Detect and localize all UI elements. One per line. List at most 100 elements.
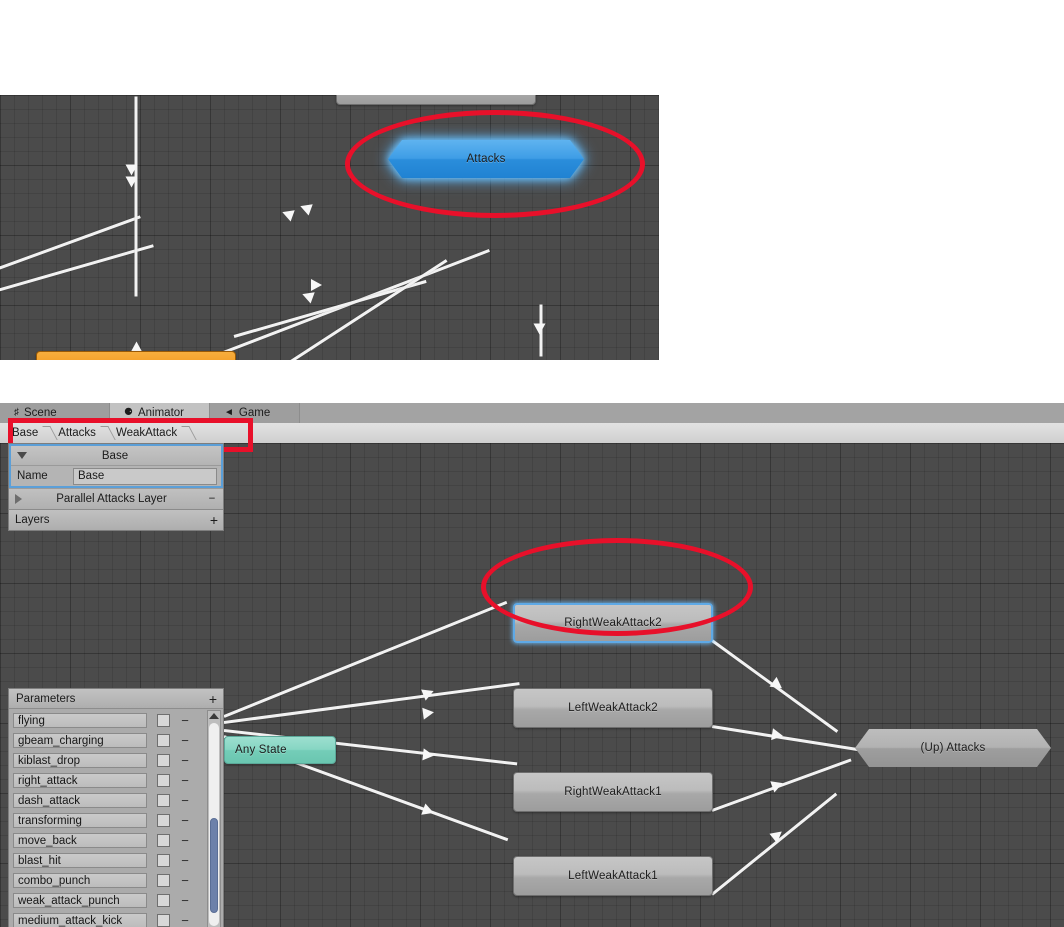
graph-node-left-weak-attack-2[interactable]: LeftWeakAttack2 [513,688,713,728]
parameters-header: Parameters + [9,689,223,709]
chevron-right-icon[interactable] [15,494,22,504]
layer-name-input[interactable]: Base [73,467,217,485]
parameter-checkbox[interactable] [157,893,170,907]
breadcrumb-item-base[interactable]: Base [0,423,44,443]
scroll-thumb[interactable] [210,818,218,913]
transition-arrow [421,685,436,701]
parameter-name-input[interactable]: combo_punch [13,872,147,888]
remove-parameter-button[interactable]: − [170,813,200,828]
parameter-checkbox[interactable] [157,853,170,867]
breadcrumb-separator-icon [102,423,116,443]
parameter-row[interactable]: kiblast_drop − [13,750,223,770]
node-label: (Up) Attacks [920,742,986,754]
chevron-down-icon[interactable] [17,452,27,459]
breadcrumb[interactable]: Base Attacks WeakAttack [0,423,1064,444]
parameter-row[interactable]: medium_attack_kick − [13,910,223,927]
layers-footer[interactable]: Layers + [9,509,223,530]
remove-parameter-button[interactable]: − [170,733,200,748]
remove-parameter-button[interactable]: − [170,773,200,788]
remove-parameter-button[interactable]: − [170,833,200,848]
layer-parallel-attacks[interactable]: Parallel Attacks Layer − [9,488,223,509]
parameter-name-input[interactable]: move_back [13,832,147,848]
parameter-name-input[interactable]: transforming [13,812,147,828]
parameter-row[interactable]: move_back − [13,830,223,850]
parameter-checkbox[interactable] [157,793,170,807]
parameter-row[interactable]: gbeam_charging − [13,730,223,750]
parameter-checkbox[interactable] [157,813,170,827]
graph-node-up-attacks[interactable]: (Up) Attacks [855,729,1051,767]
animator-graph-preview[interactable]: Idle Start throw Attacks [0,95,659,360]
scroll-track[interactable] [209,723,219,926]
transition-arrow [770,777,785,793]
parameter-name-input[interactable]: dash_attack [13,792,147,808]
add-layer-button[interactable]: + [205,512,223,528]
transition-edge[interactable] [0,244,154,294]
graph-node-partial-top[interactable] [336,95,536,105]
transition-edge[interactable] [134,96,138,297]
parameter-name-input[interactable]: weak_attack_punch [13,892,147,908]
parameters-list[interactable]: flying − gbeam_charging − kiblast_drop − right… [9,708,223,927]
layers-panel[interactable]: Base Name Base Parallel Attacks Layer − … [8,443,224,531]
parameter-checkbox[interactable] [157,913,170,927]
parameter-row[interactable]: combo_punch − [13,870,223,890]
graph-node-right-weak-attack-1[interactable]: RightWeakAttack1 [513,772,713,812]
tab-scene[interactable]: ♯ Scene [0,403,110,423]
transition-edge[interactable] [223,600,508,718]
remove-parameter-button[interactable]: − [170,853,200,868]
parameter-checkbox[interactable] [157,873,170,887]
transition-edge[interactable] [223,682,520,724]
transition-edge[interactable] [233,279,427,338]
transition-edge[interactable] [0,215,141,273]
remove-parameter-button[interactable]: − [170,753,200,768]
parameter-row[interactable]: transforming − [13,810,223,830]
parameter-row[interactable]: blast_hit − [13,850,223,870]
parameter-row[interactable]: weak_attack_punch − [13,890,223,910]
graph-node-right-weak-attack-2[interactable]: RightWeakAttack2 [513,603,713,643]
parameter-checkbox[interactable] [157,733,170,747]
parameter-row[interactable]: flying − [13,710,223,730]
transition-arrow [769,826,786,844]
remove-parameter-button[interactable]: − [170,913,200,927]
parameter-checkbox[interactable] [157,773,170,787]
node-label: LeftWeakAttack1 [568,870,658,882]
parameter-name-input[interactable]: gbeam_charging [13,732,147,748]
tab-bar[interactable]: ♯ Scene ⚈ Animator ◄ Game [0,403,1064,423]
graph-node-attacks[interactable]: Attacks [388,140,584,178]
parameter-name-input[interactable]: medium_attack_kick [13,912,147,927]
graph-node-left-weak-attack-1[interactable]: LeftWeakAttack1 [513,856,713,896]
layer-name-row[interactable]: Name Base [11,466,221,486]
parameter-name-input[interactable]: kiblast_drop [13,752,147,768]
parameter-row[interactable]: right_attack − [13,770,223,790]
breadcrumb-item-attacks[interactable]: Attacks [58,423,102,443]
tab-animator[interactable]: ⚈ Animator [110,403,210,423]
graph-node-idle[interactable]: Idle [36,351,236,360]
transition-arrow [422,748,435,762]
transition-edge[interactable] [236,259,448,360]
parameters-panel[interactable]: Parameters + flying − gbeam_charging − kibla… [8,688,224,927]
parameter-name-input[interactable]: flying [13,712,147,728]
remove-parameter-button[interactable]: − [170,873,200,888]
remove-parameter-button[interactable]: − [170,793,200,808]
scroll-up-icon[interactable] [209,713,219,719]
parameter-checkbox[interactable] [157,713,170,727]
breadcrumb-item-weakattack[interactable]: WeakAttack [116,423,183,443]
transition-arrow [280,206,295,222]
add-parameter-button[interactable]: + [203,691,223,707]
remove-parameter-button[interactable]: − [170,713,200,728]
parameter-name-input[interactable]: right_attack [13,772,147,788]
remove-parameter-button[interactable]: − [170,893,200,908]
parameter-name-input[interactable]: blast_hit [13,852,147,868]
parameters-scrollbar[interactable] [207,710,221,927]
animator-window[interactable]: ♯ Scene ⚈ Animator ◄ Game Base Attacks W… [0,403,1064,927]
game-icon: ◄ [224,407,234,418]
parameter-row[interactable]: dash_attack − [13,790,223,810]
graph-node-any-state[interactable]: Any State [224,736,336,764]
transition-arrow [421,803,436,819]
tab-game[interactable]: ◄ Game [210,403,300,423]
parameter-checkbox[interactable] [157,753,170,767]
parameter-checkbox[interactable] [157,833,170,847]
remove-layer-button[interactable]: − [201,493,223,505]
layer-base[interactable]: Base Name Base [9,444,223,488]
transition-edge[interactable] [711,792,838,896]
layer-base-header[interactable]: Base [11,446,221,466]
